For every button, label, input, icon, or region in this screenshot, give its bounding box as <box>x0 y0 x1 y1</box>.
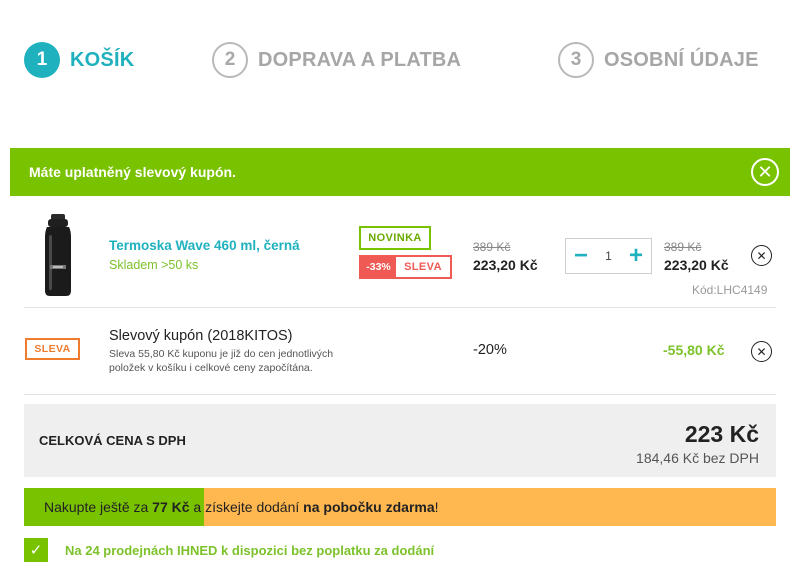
unit-price-old: 389 Kč <box>473 240 511 254</box>
product-code: Kód:LHC4149 <box>692 283 768 297</box>
badge-new: NOVINKA <box>359 226 431 250</box>
free-shipping-progress: Nakupte ještě za 77 Kč a získejte dodání… <box>24 488 776 526</box>
quantity-decrease-button[interactable]: − <box>572 244 590 268</box>
step-cart[interactable]: 1 KOŠÍK <box>24 40 134 80</box>
badge-discount-percent: -33% <box>361 257 396 277</box>
step-number: 3 <box>558 42 594 78</box>
step-label: OSOBNÍ ÚDAJE <box>604 48 759 71</box>
coupon-percent: -20% <box>473 342 507 358</box>
close-icon[interactable]: ✕ <box>751 158 779 186</box>
check-icon[interactable]: ✓ <box>24 538 48 562</box>
availability-text: Na 24 prodejnách IHNED k dispozici bez p… <box>65 542 435 558</box>
step-label: KOŠÍK <box>70 48 135 71</box>
step-personal-details[interactable]: 3 OSOBNÍ ÚDAJE <box>558 40 759 80</box>
coupon-row: SLEVA Slevový kupón (2018KITOS) Sleva 55… <box>24 309 776 395</box>
badge-discount-label: SLEVA <box>404 261 442 273</box>
badge-coupon: SLEVA <box>25 338 80 360</box>
cart-total: CELKOVÁ CENA S DPH 223 Kč 184,46 Kč bez … <box>24 404 776 477</box>
free-shipping-middle: a získejte dodání <box>189 499 304 515</box>
step-shipping-payment[interactable]: 2 DOPRAVA A PLATBA <box>212 40 461 80</box>
total-price-without-vat: 184,46 Kč bez DPH <box>636 450 759 466</box>
coupon-banner-text: Máte uplatněný slevový kupón. <box>29 164 236 180</box>
quantity-input[interactable]: 1 <box>605 249 612 263</box>
free-shipping-highlight: na pobočku zdarma <box>303 499 435 515</box>
coupon-amount: -55,80 Kč <box>663 342 725 358</box>
product-name-link[interactable]: Termoska Wave 460 ml, černá <box>109 238 300 253</box>
checkout-steps: 1 KOŠÍK 2 DOPRAVA A PLATBA 3 OSOBNÍ ÚDAJ… <box>24 40 780 80</box>
total-label: CELKOVÁ CENA S DPH <box>39 433 186 448</box>
unit-price: 223,20 Kč <box>473 257 538 273</box>
step-label: DOPRAVA A PLATBA <box>258 48 462 71</box>
line-total-old: 389 Kč <box>664 240 702 254</box>
quantity-increase-button[interactable]: + <box>627 244 645 268</box>
cart-item-row: Termoska Wave 460 ml, černá Skladem >50 … <box>24 205 776 308</box>
step-number: 2 <box>212 42 248 78</box>
coupon-description: Sleva 55,80 Kč kuponu je již do cen jedn… <box>109 348 334 374</box>
quantity-stepper: − 1 + <box>565 238 652 274</box>
free-shipping-amount: 77 Kč <box>152 499 190 515</box>
free-shipping-suffix: ! <box>434 499 439 515</box>
stock-status: Skladem >50 ks <box>109 258 199 272</box>
badge-discount: -33% SLEVA <box>359 255 452 279</box>
total-price: 223 Kč <box>684 421 759 447</box>
remove-coupon-icon[interactable]: ✕ <box>751 341 772 362</box>
free-shipping-prefix: Nakupte ještě za <box>44 499 153 515</box>
product-thumbnail[interactable] <box>41 213 75 297</box>
step-number: 1 <box>24 42 60 78</box>
remove-item-icon[interactable]: ✕ <box>751 245 772 266</box>
coupon-title: Slevový kupón (2018KITOS) <box>109 328 293 344</box>
free-shipping-message: Nakupte ještě za 77 Kč a získejte dodání… <box>44 499 439 515</box>
line-total: 223,20 Kč <box>664 257 729 273</box>
store-availability: ✓ Na 24 prodejnách IHNED k dispozici bez… <box>24 538 434 562</box>
coupon-applied-banner: Máte uplatněný slevový kupón. ✕ <box>10 148 790 196</box>
